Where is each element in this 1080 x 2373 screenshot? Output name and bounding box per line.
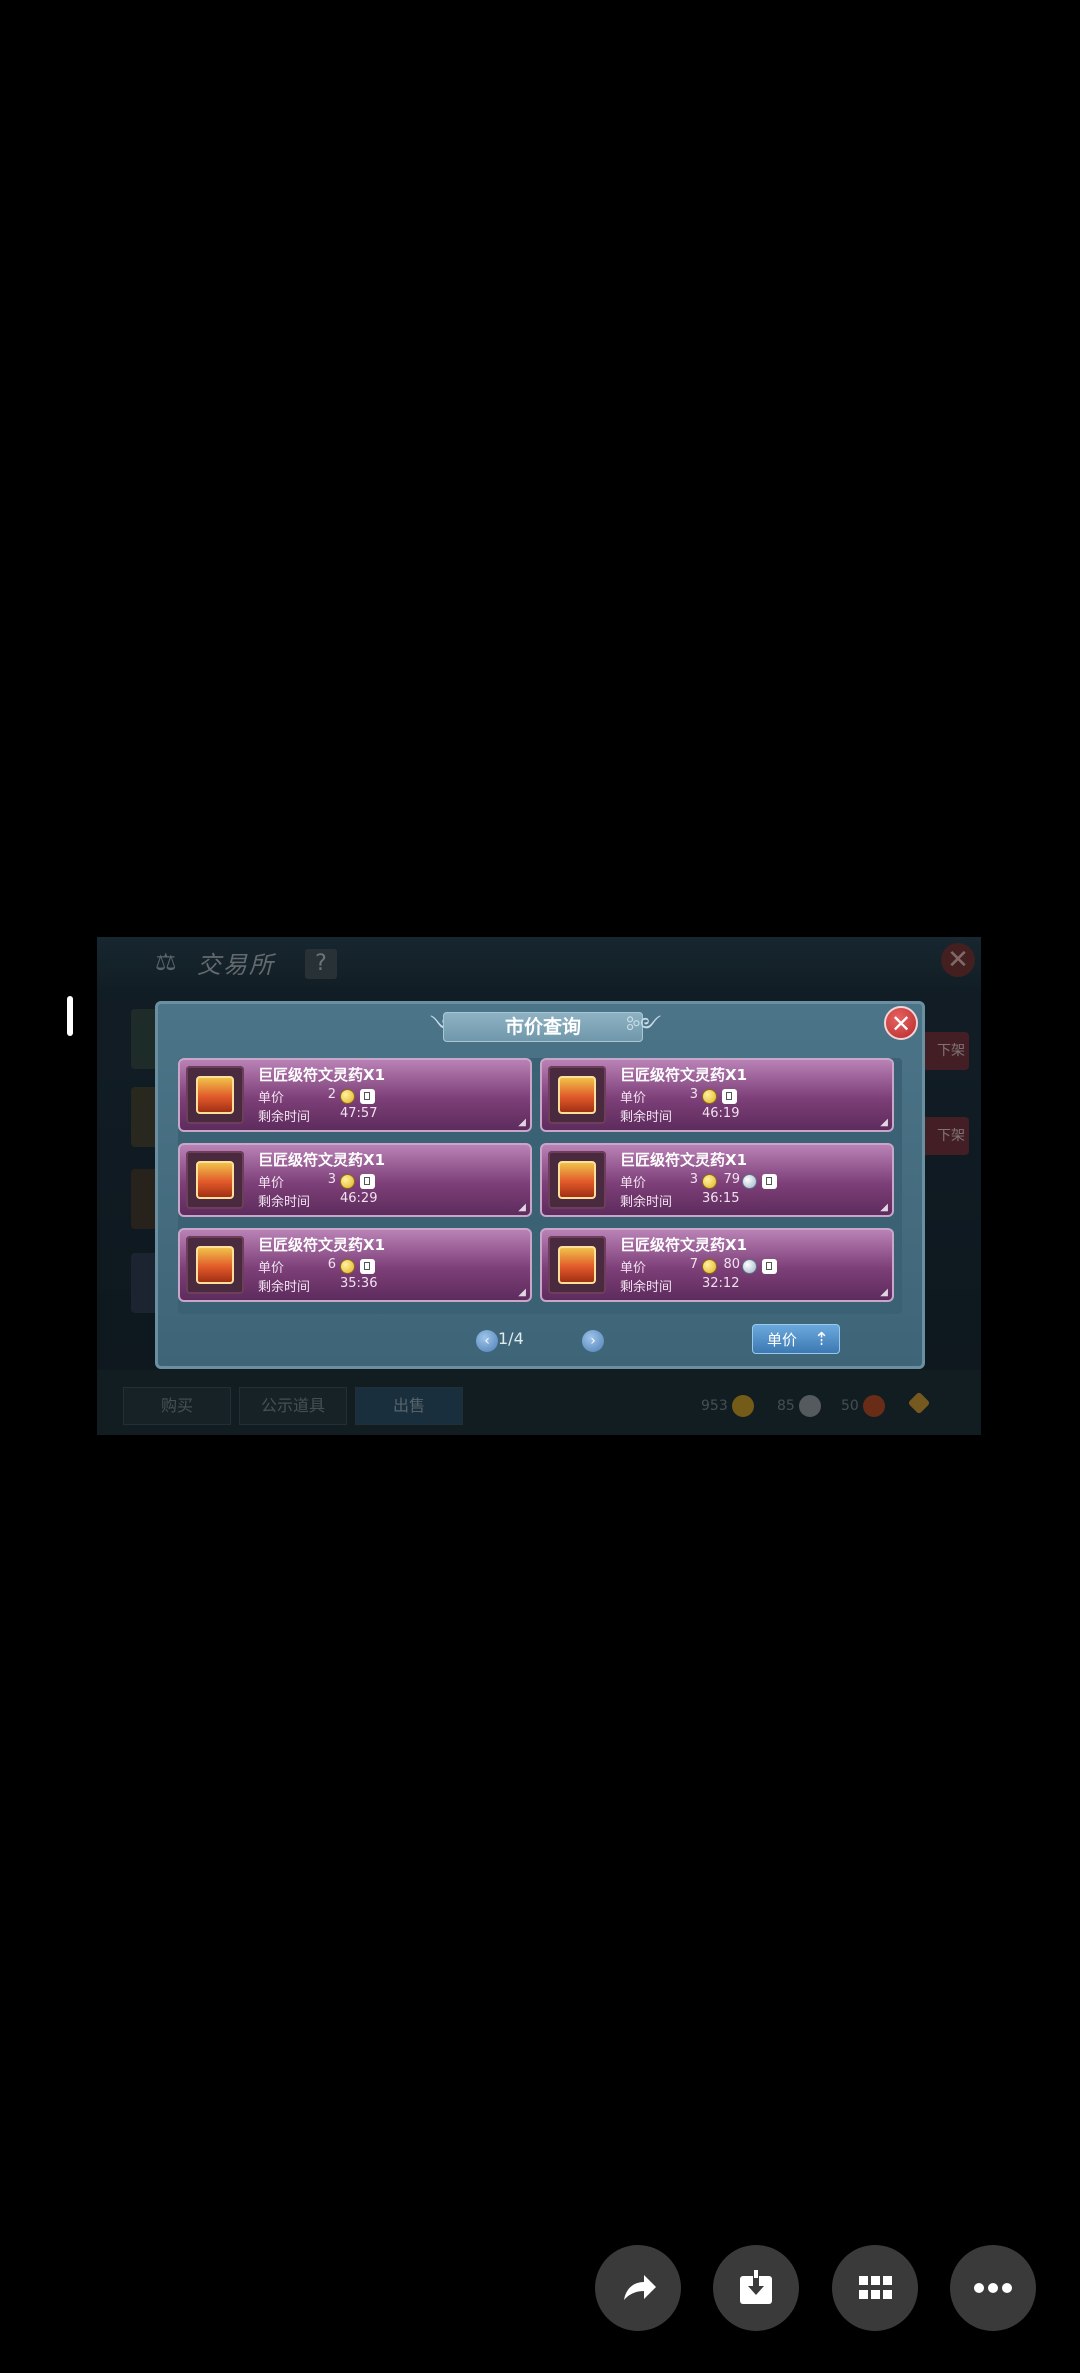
item-icon-frame — [548, 1151, 606, 1209]
ornament-right-icon: ༻ — [626, 1014, 662, 1039]
price-label: 单价 — [620, 1261, 647, 1276]
time-label: 剩余时间 — [258, 1280, 311, 1295]
silver-coin-icon — [742, 1174, 757, 1189]
price-label: 单价 — [258, 1261, 285, 1276]
rune-elixir-icon — [196, 1076, 234, 1114]
dialog-close-button[interactable]: ✕ — [884, 1006, 918, 1040]
gold-price: 7 — [689, 1257, 698, 1272]
listing-card[interactable]: 巨匠级符文灵药X1 单价 6 剩余时间 35:36 ◢ — [178, 1228, 532, 1302]
item-icon-frame — [186, 1151, 244, 1209]
listing-grid: 巨匠级符文灵药X1 单价 2 剩余时间 47:57 ◢ 巨匠级符文灵药X1 单价… — [178, 1058, 902, 1314]
prev-page-button[interactable]: ‹ — [476, 1330, 498, 1352]
gold-price: 3 — [689, 1172, 698, 1187]
more-icon — [974, 2283, 1012, 2293]
dialog-title: 市价查询 — [443, 1012, 643, 1042]
item-icon-frame — [186, 1066, 244, 1124]
item-icon-frame — [548, 1236, 606, 1294]
gold-price: 6 — [327, 1257, 336, 1272]
copy-icon[interactable] — [762, 1174, 777, 1189]
gold-coin-icon — [702, 1259, 717, 1274]
time-remaining: 36:15 — [702, 1191, 740, 1206]
rune-elixir-icon — [196, 1161, 234, 1199]
time-label: 剩余时间 — [258, 1195, 311, 1210]
corner-mark-icon: ◢ — [518, 1202, 526, 1213]
scroll-indicator — [67, 996, 73, 1036]
item-icon-frame — [548, 1066, 606, 1124]
sort-by-unit-price-button[interactable]: 单价 ⇡ — [752, 1324, 840, 1354]
listing-card[interactable]: 巨匠级符文灵药X1 单价 2 剩余时间 47:57 ◢ — [178, 1058, 532, 1132]
time-label: 剩余时间 — [620, 1195, 673, 1210]
time-remaining: 46:19 — [702, 1106, 740, 1121]
time-label: 剩余时间 — [258, 1110, 311, 1125]
grid-icon — [859, 2276, 892, 2299]
gold-price: 3 — [689, 1087, 698, 1102]
item-name: 巨匠级符文灵药X1 — [620, 1236, 748, 1254]
rune-elixir-icon — [196, 1246, 234, 1284]
copy-icon[interactable] — [762, 1259, 777, 1274]
time-remaining: 46:29 — [340, 1191, 378, 1206]
gold-coin-icon — [340, 1089, 355, 1104]
next-page-button[interactable]: › — [582, 1330, 604, 1352]
silver-price: 79 — [723, 1172, 740, 1187]
time-remaining: 35:36 — [340, 1276, 378, 1291]
listing-card[interactable]: 巨匠级符文灵药X1 单价 3 79 剩余时间 36:15 ◢ — [540, 1143, 894, 1217]
silver-coin-icon — [742, 1259, 757, 1274]
price-label: 单价 — [258, 1091, 285, 1106]
listing-card[interactable]: 巨匠级符文灵药X1 单价 3 剩余时间 46:29 ◢ — [178, 1143, 532, 1217]
gold-price: 3 — [327, 1172, 336, 1187]
listing-card[interactable]: 巨匠级符文灵药X1 单价 3 剩余时间 46:19 ◢ — [540, 1058, 894, 1132]
page-indicator: 1/4 — [498, 1329, 524, 1348]
item-name: 巨匠级符文灵药X1 — [258, 1236, 386, 1254]
gold-price: 2 — [327, 1087, 336, 1102]
corner-mark-icon: ◢ — [518, 1117, 526, 1128]
time-label: 剩余时间 — [620, 1280, 673, 1295]
price-label: 单价 — [620, 1176, 647, 1191]
rune-elixir-icon — [558, 1076, 596, 1114]
corner-mark-icon: ◢ — [518, 1287, 526, 1298]
time-remaining: 47:57 — [340, 1106, 378, 1121]
share-button[interactable] — [595, 2245, 681, 2331]
download-icon — [740, 2270, 772, 2304]
rune-elixir-icon — [558, 1161, 596, 1199]
item-name: 巨匠级符文灵药X1 — [258, 1151, 386, 1169]
rune-elixir-icon — [558, 1246, 596, 1284]
sort-arrow-icon: ⇡ — [813, 1329, 829, 1350]
copy-icon[interactable] — [722, 1089, 737, 1104]
gold-coin-icon — [340, 1174, 355, 1189]
corner-mark-icon: ◢ — [880, 1287, 888, 1298]
item-name: 巨匠级符文灵药X1 — [620, 1151, 748, 1169]
sort-button-label: 单价 — [767, 1331, 798, 1349]
item-name: 巨匠级符文灵药X1 — [258, 1066, 386, 1084]
price-label: 单价 — [258, 1176, 285, 1191]
more-button[interactable] — [950, 2245, 1036, 2331]
price-label: 单价 — [620, 1091, 647, 1106]
apps-button[interactable] — [832, 2245, 918, 2331]
copy-icon[interactable] — [360, 1259, 375, 1274]
gold-coin-icon — [702, 1089, 717, 1104]
download-button[interactable] — [713, 2245, 799, 2331]
time-remaining: 32:12 — [702, 1276, 740, 1291]
item-icon-frame — [186, 1236, 244, 1294]
listing-card[interactable]: 巨匠级符文灵药X1 单价 7 80 剩余时间 32:12 ◢ — [540, 1228, 894, 1302]
copy-icon[interactable] — [360, 1089, 375, 1104]
gold-coin-icon — [702, 1174, 717, 1189]
market-price-dialog: ༺ 市价查询 ༻ ✕ 巨匠级符文灵药X1 单价 2 剩余时间 47:57 ◢ 巨… — [155, 1001, 925, 1369]
share-icon — [624, 2275, 656, 2300]
copy-icon[interactable] — [360, 1174, 375, 1189]
silver-price: 80 — [723, 1257, 740, 1272]
corner-mark-icon: ◢ — [880, 1202, 888, 1213]
corner-mark-icon: ◢ — [880, 1117, 888, 1128]
item-name: 巨匠级符文灵药X1 — [620, 1066, 748, 1084]
time-label: 剩余时间 — [620, 1110, 673, 1125]
gold-coin-icon — [340, 1259, 355, 1274]
